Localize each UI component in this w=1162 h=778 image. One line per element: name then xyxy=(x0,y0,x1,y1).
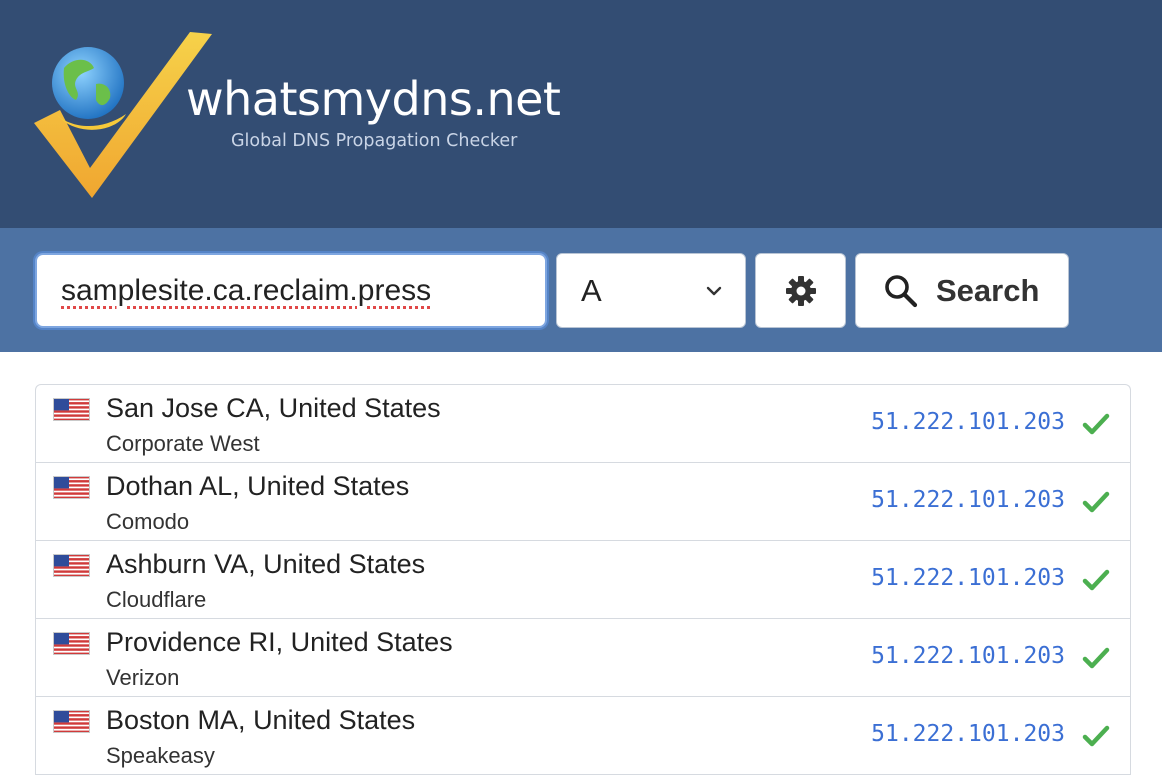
result-ip[interactable]: 51.222.101.203 xyxy=(871,409,1065,435)
result-provider: Comodo xyxy=(106,509,190,534)
site-header: whatsmydns.net Global DNS Propagation Ch… xyxy=(0,0,1162,228)
site-name[interactable]: whatsmydns.net xyxy=(186,76,561,122)
gear-icon xyxy=(785,275,816,306)
result-ip[interactable]: 51.222.101.203 xyxy=(871,643,1065,669)
result-location: San Jose CA, United States xyxy=(106,393,441,423)
result-row: Ashburn VA, United States Cloudflare 51.22… xyxy=(36,541,1130,619)
result-row: Dothan AL, United States Comodo 51.222.101… xyxy=(36,463,1130,541)
record-type-select[interactable]: A xyxy=(556,253,746,328)
us-flag-icon xyxy=(53,554,90,577)
result-row: San Jose CA, United States Corporate West… xyxy=(36,385,1130,463)
result-location: Providence RI, United States xyxy=(106,627,453,657)
result-provider: Verizon xyxy=(106,665,180,690)
search-button[interactable]: Search xyxy=(855,253,1069,328)
settings-button[interactable] xyxy=(755,253,846,328)
result-ip[interactable]: 51.222.101.203 xyxy=(871,487,1065,513)
chevron-down-icon xyxy=(706,286,722,296)
result-location: Dothan AL, United States xyxy=(106,471,410,501)
result-provider: Corporate West xyxy=(106,431,260,456)
check-icon xyxy=(1082,490,1110,514)
result-provider: Cloudflare xyxy=(106,587,207,612)
us-flag-icon xyxy=(53,398,90,421)
result-location: Boston MA, United States xyxy=(106,705,416,735)
domain-input[interactable]: samplesite.ca.reclaim.press xyxy=(35,253,547,328)
result-location: Ashburn VA, United States xyxy=(106,549,426,579)
us-flag-icon xyxy=(53,476,90,499)
check-icon xyxy=(1082,724,1110,748)
results-list: San Jose CA, United States Corporate West… xyxy=(35,384,1131,775)
check-icon xyxy=(1082,646,1110,670)
us-flag-icon xyxy=(53,632,90,655)
result-row: Boston MA, United States Speakeasy 51.222.… xyxy=(36,697,1130,775)
result-ip[interactable]: 51.222.101.203 xyxy=(871,565,1065,591)
site-tagline: Global DNS Propagation Checker xyxy=(231,131,518,151)
result-provider: Speakeasy xyxy=(106,743,215,768)
result-row: Providence RI, United States Verizon 51.22… xyxy=(36,619,1130,697)
domain-input-value: samplesite.ca.reclaim.press xyxy=(61,273,432,307)
record-type-value: A xyxy=(581,272,602,308)
search-icon xyxy=(885,274,918,307)
search-button-label: Search xyxy=(936,272,1040,308)
check-icon xyxy=(1082,412,1110,436)
result-ip[interactable]: 51.222.101.203 xyxy=(871,721,1065,747)
check-icon xyxy=(1082,568,1110,592)
us-flag-icon xyxy=(53,710,90,733)
